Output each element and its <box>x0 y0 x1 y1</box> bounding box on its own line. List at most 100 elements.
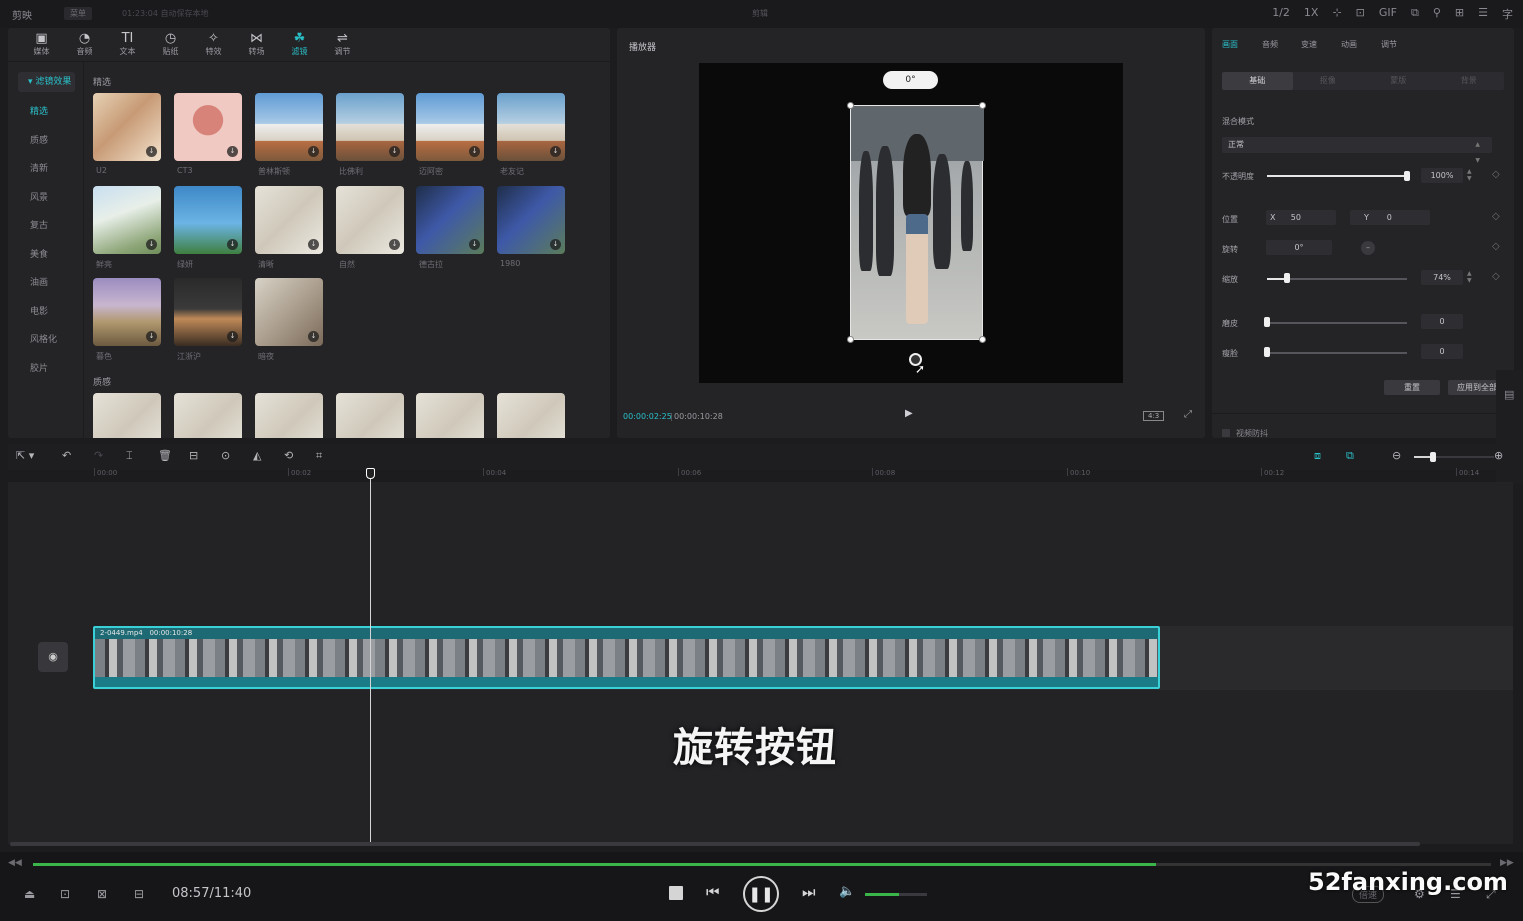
timeline-scrollbar[interactable] <box>10 842 1420 846</box>
filter-thumb[interactable]: ↓ <box>255 186 323 254</box>
position-x-input[interactable]: X 50 <box>1266 210 1336 225</box>
screenshot-icon[interactable]: ⊠ <box>97 887 107 901</box>
download-icon[interactable]: ↓ <box>146 146 157 157</box>
filter-thumb[interactable]: ↓ <box>93 278 161 346</box>
download-icon[interactable]: ↓ <box>308 146 319 157</box>
select-tool-icon[interactable]: ⇱ ▾ <box>16 449 34 462</box>
play-mode-icon[interactable]: ⚲ <box>1433 6 1441 22</box>
filter-thumb[interactable]: ↓ <box>174 278 242 346</box>
zoom-slider-knob[interactable] <box>1430 452 1436 462</box>
download-icon[interactable]: ↓ <box>389 239 400 250</box>
resize-handle[interactable] <box>847 102 854 109</box>
category-item[interactable]: 美食 <box>8 241 83 270</box>
list-icon[interactable]: ☰ <box>1478 6 1488 22</box>
rotation-input[interactable]: 0° <box>1266 240 1332 255</box>
category-item[interactable]: 精选 <box>8 98 83 127</box>
subtitle-icon[interactable]: ⊡ <box>60 887 70 901</box>
face-thin-input[interactable]: 0 <box>1421 344 1463 359</box>
redo-icon[interactable]: ↷ <box>94 449 103 462</box>
reset-button[interactable]: 重置 <box>1384 380 1440 395</box>
subtab-mask[interactable]: 蒙版 <box>1363 72 1434 90</box>
scale-input[interactable]: 74% <box>1421 270 1463 285</box>
resize-handle[interactable] <box>979 102 986 109</box>
keyframe-icon[interactable]: ◇ <box>1492 211 1500 222</box>
keyframe-icon[interactable]: ◇ <box>1492 169 1500 180</box>
filter-thumb[interactable]: ↓ <box>336 93 404 161</box>
category-item[interactable]: 胶片 <box>8 355 83 384</box>
tab-adjust[interactable]: 调节 <box>1381 39 1397 50</box>
subtab-basic[interactable]: 基础 <box>1222 72 1293 90</box>
track-mute-icon[interactable]: ◉ <box>38 642 68 672</box>
tab-audio[interactable]: ◔ 音频 <box>63 28 106 61</box>
undo-icon[interactable]: ↶ <box>62 449 71 462</box>
download-icon[interactable]: ↓ <box>227 331 238 342</box>
opacity-input[interactable]: 100% <box>1421 168 1463 183</box>
next-icon[interactable]: ⏭ <box>802 883 816 901</box>
mirror-icon[interactable]: ◭ <box>253 449 261 462</box>
link-icon[interactable]: ⧉ <box>1346 449 1354 463</box>
download-icon[interactable]: ↓ <box>227 146 238 157</box>
blend-mode-select[interactable]: 正常 ▲ ▼ <box>1222 137 1492 164</box>
tab-sticker[interactable]: ◷ 贴纸 <box>149 28 192 61</box>
subtab-chroma[interactable]: 抠像 <box>1293 72 1364 90</box>
aspect-ratio-button[interactable]: 4:3 <box>1143 411 1165 421</box>
zoom-in-icon[interactable]: ⊕ <box>1494 449 1503 462</box>
video-clip[interactable]: 2-0449.mp4 00:00:10:28 <box>93 626 1160 689</box>
category-item[interactable]: 电影 <box>8 298 83 327</box>
eject-icon[interactable]: ⏏ <box>24 887 35 901</box>
filter-thumb[interactable]: ↓ <box>93 186 161 254</box>
ratio-icon[interactable]: ⊡ <box>1356 6 1365 22</box>
keyframe-icon[interactable]: ◇ <box>1492 241 1500 252</box>
download-icon[interactable]: ↓ <box>389 146 400 157</box>
seek-back-icon[interactable]: ◀◀ <box>8 858 22 868</box>
fullscreen-icon[interactable]: ⤢ <box>1184 409 1192 420</box>
position-y-input[interactable]: Y 0 <box>1350 210 1430 225</box>
spinner-icon[interactable]: ▲ ▼ <box>1467 270 1472 284</box>
tab-effects[interactable]: ✧ 特效 <box>192 28 235 61</box>
filter-thumb[interactable]: ↓ <box>497 93 565 161</box>
crop-icon[interactable]: ⌗ <box>316 449 322 463</box>
gif-button[interactable]: GIF <box>1379 6 1397 22</box>
volume-icon[interactable]: 🔈 <box>839 884 855 899</box>
smoothing-slider-track[interactable] <box>1267 322 1407 324</box>
crop-icon[interactable]: ⊹ <box>1332 6 1341 22</box>
download-icon[interactable]: ↓ <box>469 146 480 157</box>
resize-handle[interactable] <box>847 336 854 343</box>
filter-thumb[interactable]: ↓ <box>497 186 565 254</box>
delete-icon[interactable]: 🗑 <box>158 449 172 462</box>
filter-thumb[interactable] <box>336 393 404 438</box>
download-icon[interactable]: ↓ <box>308 331 319 342</box>
face-thin-slider-track[interactable] <box>1267 352 1407 354</box>
playhead[interactable] <box>370 470 371 842</box>
freeze-icon[interactable]: ⊟ <box>189 449 198 462</box>
filter-thumb[interactable]: ↓ <box>416 186 484 254</box>
bookmark-icon[interactable]: ⊟ <box>134 887 144 901</box>
menu-button[interactable]: 菜单 <box>64 7 92 20</box>
filter-thumb[interactable] <box>174 393 242 438</box>
filter-thumb[interactable] <box>497 393 565 438</box>
tab-media[interactable]: ▣ 媒体 <box>20 28 63 61</box>
play-icon[interactable]: ▶ <box>905 408 913 419</box>
tab-adjust[interactable]: ⇌ 调节 <box>321 28 364 61</box>
zoom-half-button[interactable]: 1/2 <box>1272 6 1290 22</box>
tab-animation[interactable]: 动画 <box>1341 39 1357 50</box>
category-item[interactable]: 质感 <box>8 127 83 156</box>
category-item[interactable]: 复古 <box>8 212 83 241</box>
filter-thumb-u2[interactable]: ↓ <box>93 93 161 161</box>
seek-forward-icon[interactable]: ▶▶ <box>1500 858 1514 868</box>
face-thin-slider-knob[interactable] <box>1264 347 1270 357</box>
time-ruler[interactable]: 00:00 00:02 00:04 00:06 00:08 00:10 00:1… <box>8 468 1513 482</box>
reverse-icon[interactable]: ⊙ <box>221 449 230 462</box>
stop-button[interactable] <box>669 886 683 900</box>
category-item[interactable]: 风景 <box>8 184 83 213</box>
category-item[interactable]: 油画 <box>8 269 83 298</box>
download-icon[interactable]: ↓ <box>227 239 238 250</box>
smoothing-input[interactable]: 0 <box>1421 314 1463 329</box>
split-icon[interactable]: ⌶ <box>126 449 133 463</box>
timeline-area[interactable]: 2-0449.mp4 00:00:10:28 ◉ <box>8 482 1513 844</box>
filter-thumb[interactable] <box>93 393 161 438</box>
previous-icon[interactable]: ⏮ <box>706 883 720 901</box>
download-icon[interactable]: ↓ <box>550 146 561 157</box>
grid-icon[interactable]: ⊞ <box>1455 6 1464 22</box>
tab-transition[interactable]: ⋈ 转场 <box>235 28 278 61</box>
